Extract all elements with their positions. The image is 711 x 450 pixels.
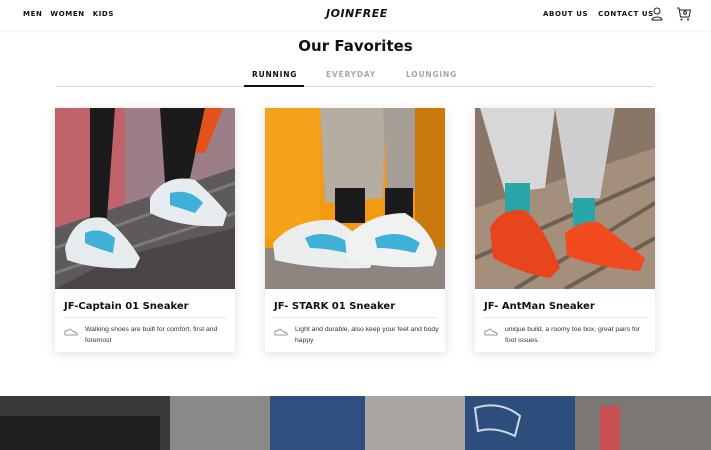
product-image[interactable] xyxy=(475,108,655,289)
tab-lounging[interactable]: LOUNGING xyxy=(406,70,457,79)
product-card[interactable]: JF- STARK 01 Sneaker Light and durable, … xyxy=(265,108,445,352)
product-image[interactable] xyxy=(55,108,235,289)
nav-kids-link[interactable]: KIDS xyxy=(93,10,114,18)
shoe-icon xyxy=(64,328,78,336)
product-description: unique build, a roomy toe box, great pai… xyxy=(505,326,640,344)
secondary-nav: ABOUT US CONTACT US xyxy=(543,10,654,18)
site-header: MEN WOMEN KIDS JOINFREE ABOUT US CONTACT… xyxy=(0,0,711,30)
nav-about-link[interactable]: ABOUT US xyxy=(543,10,588,18)
divider xyxy=(64,317,226,318)
nav-contact-link[interactable]: CONTACT US xyxy=(598,10,654,18)
product-card[interactable]: JF-Captain 01 Sneaker Walking shoes are … xyxy=(55,108,235,352)
category-tabs: RUNNING EVERYDAY LOUNGING xyxy=(56,70,654,87)
product-description: Walking shoes are built for comfort, fir… xyxy=(85,326,218,344)
nav-women-link[interactable]: WOMEN xyxy=(50,10,84,18)
section-title: Our Favorites xyxy=(298,37,413,55)
divider xyxy=(484,317,646,318)
nav-men-link[interactable]: MEN xyxy=(23,10,42,18)
product-title[interactable]: JF- AntMan Sneaker xyxy=(484,301,595,312)
primary-nav: MEN WOMEN KIDS xyxy=(23,10,114,18)
product-description: Light and durable, also keep your feet a… xyxy=(295,326,439,344)
product-card[interactable]: JF- AntMan Sneaker unique build, a roomy… xyxy=(475,108,655,352)
brand-logo[interactable]: JOINFREE xyxy=(326,7,388,20)
user-account-icon[interactable] xyxy=(651,7,663,21)
product-image[interactable] xyxy=(265,108,445,289)
hero-banner-image xyxy=(0,396,711,450)
product-title[interactable]: JF- STARK 01 Sneaker xyxy=(274,301,395,312)
shoe-icon xyxy=(274,328,288,336)
active-tab-indicator xyxy=(244,85,304,87)
cart-count-badge: 0 xyxy=(683,10,688,17)
shoe-icon xyxy=(484,328,498,336)
tab-everyday[interactable]: EVERYDAY xyxy=(326,70,376,79)
tab-running[interactable]: RUNNING xyxy=(252,70,297,79)
product-title[interactable]: JF-Captain 01 Sneaker xyxy=(64,301,189,312)
divider xyxy=(274,317,436,318)
